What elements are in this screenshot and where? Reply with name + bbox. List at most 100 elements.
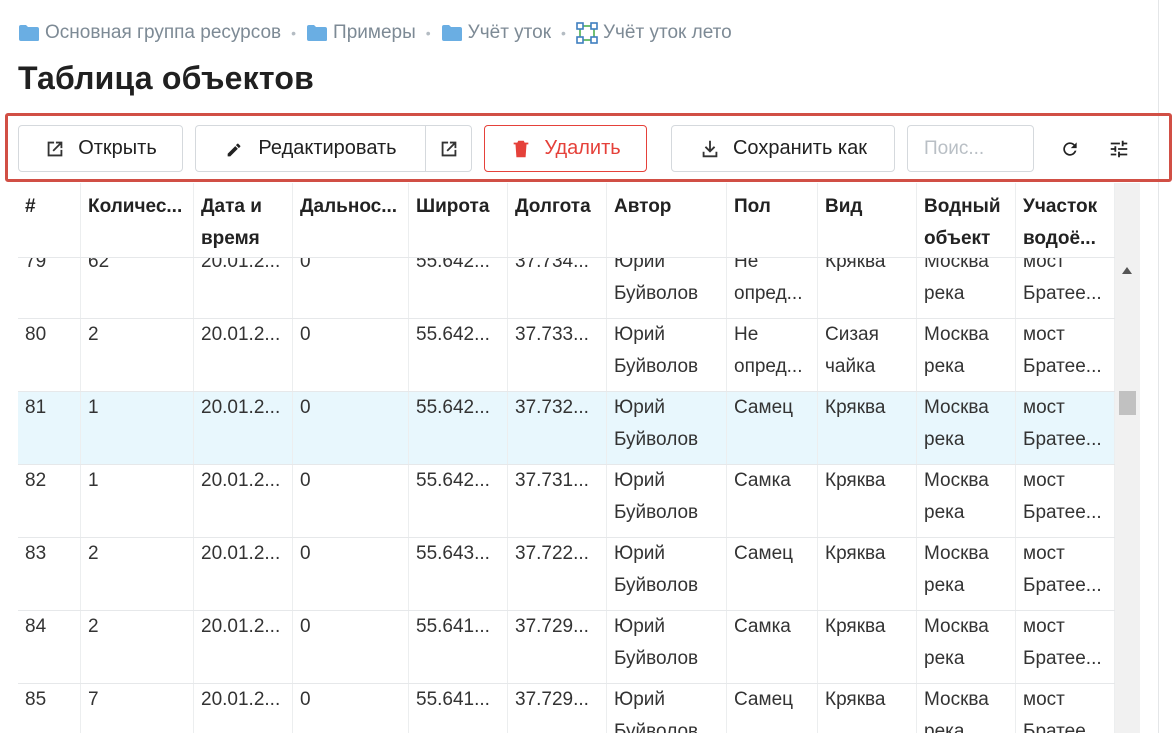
cell-text: 0 — [300, 543, 311, 564]
cell-text: Юрий — [614, 397, 665, 418]
table-cell-count: 2 — [81, 611, 194, 683]
table-cell-datetime: 20.01.2... — [194, 538, 293, 610]
column-settings-button[interactable] — [1106, 136, 1132, 162]
scroll-up-arrow-icon[interactable] — [1122, 267, 1132, 274]
edit-button[interactable]: Редактировать — [195, 125, 426, 172]
refresh-button[interactable] — [1057, 136, 1083, 162]
table-cell-sex: Самец — [727, 392, 818, 464]
cell-text: река — [924, 283, 965, 304]
cell-text: 37.733... — [515, 324, 589, 345]
download-icon — [702, 140, 718, 157]
column-header-sex[interactable]: Пол — [727, 183, 818, 257]
cell-text: Братее... — [1023, 502, 1102, 523]
cell-text: 82 — [25, 470, 47, 491]
edit-in-new-tab-button[interactable] — [425, 125, 472, 172]
cell-text: мост — [1023, 324, 1065, 345]
delete-button[interactable]: Удалить — [484, 125, 647, 172]
column-header-author[interactable]: Автор — [607, 183, 727, 257]
cell-text: Кряква — [825, 543, 886, 564]
table-cell-water-body: Москва река — [917, 392, 1016, 464]
cell-text: Самец — [734, 397, 794, 418]
cell-text: 20.01.2... — [201, 324, 281, 345]
column-header-water-section[interactable]: Участок водоё... — [1016, 183, 1115, 257]
table-cell-species: Кряква — [818, 538, 917, 610]
breadcrumb-item-duck-count-summer[interactable]: Учёт уток лето — [576, 22, 732, 44]
breadcrumb-separator: • — [291, 25, 297, 41]
column-header-label: Количес... — [88, 196, 183, 217]
breadcrumb-label: Учёт уток лето — [602, 22, 732, 43]
trash-icon — [513, 140, 529, 157]
column-header-label: Дальнос... — [300, 196, 398, 217]
cell-text: Братее... — [1023, 283, 1102, 304]
cell-text: река — [924, 356, 965, 377]
search-input[interactable] — [907, 125, 1034, 172]
cell-text: мост — [1023, 689, 1065, 710]
column-header-water-body[interactable]: Водный объект — [917, 183, 1016, 257]
table-cell-water-body: Москва река — [917, 319, 1016, 391]
column-header-count[interactable]: Количес... — [81, 183, 194, 257]
column-header-distance[interactable]: Дальнос... — [293, 183, 409, 257]
breadcrumb-item-main-group[interactable]: Основная группа ресурсов — [18, 22, 281, 44]
cell-text: Братее... — [1023, 575, 1102, 596]
cell-text: 84 — [25, 616, 47, 637]
column-header-index[interactable]: # — [18, 183, 81, 257]
open-button-label: Открыть — [78, 137, 157, 159]
table-row[interactable]: 83 2 20.01.2... 0 55.643... 37.722... Юрий Буйв… — [18, 538, 1115, 611]
column-header-datetime[interactable]: Дата и время — [194, 183, 293, 257]
cell-text: 83 — [25, 543, 47, 564]
table-cell-latitude: 55.642... — [409, 465, 508, 537]
cell-text: Братее... — [1023, 721, 1102, 733]
open-button[interactable]: Открыть — [18, 125, 183, 172]
cell-text: Москва — [924, 470, 989, 491]
table-cell-water-body: Москва река — [917, 538, 1016, 610]
features-table: # Количес... Дата и время Дальнос... Широта До… — [18, 183, 1140, 733]
cell-text: 20.01.2... — [201, 470, 281, 491]
table-row[interactable]: 84 2 20.01.2... 0 55.641... 37.729... Юрий Буйв… — [18, 611, 1115, 684]
table-scrollbar[interactable] — [1115, 183, 1140, 733]
table-row[interactable]: 82 1 20.01.2... 0 55.642... 37.731... Юрий Буйв… — [18, 465, 1115, 538]
folder-icon — [19, 25, 39, 41]
table-cell-author: Юрий Буйволов — [607, 465, 727, 537]
table-cell-sex: Самка — [727, 465, 818, 537]
cell-text: 20.01.2... — [201, 397, 281, 418]
cell-text: 0 — [300, 397, 311, 418]
table-row[interactable]: 80 2 20.01.2... 0 55.642... 37.733... Юрий Буйв… — [18, 319, 1115, 392]
cell-text: Не — [734, 324, 759, 345]
table-body: 79 62 20.01.2... 0 55.642... 37.734... Юрий Буй… — [18, 246, 1115, 733]
table-cell-water-section: мост Братее... — [1016, 538, 1115, 610]
column-header-label: Долгота — [515, 196, 591, 217]
table-cell-index: 80 — [18, 319, 81, 391]
table-row[interactable]: 85 7 20.01.2... 0 55.641... 37.729... Юрий Буйв… — [18, 684, 1115, 733]
cell-text: Сизая — [825, 324, 879, 345]
table-cell-distance: 0 — [293, 392, 409, 464]
cell-text: 20.01.2... — [201, 616, 281, 637]
cell-text: 1 — [88, 397, 99, 418]
column-header-label: # — [25, 196, 36, 217]
table-row[interactable]: 81 1 20.01.2... 0 55.642... 37.732... Юрий Буйв… — [18, 392, 1115, 465]
table-cell-species: Сизая чайка — [818, 319, 917, 391]
breadcrumb-item-duck-count[interactable]: Учёт уток — [441, 22, 551, 44]
table-cell-author: Юрий Буйволов — [607, 538, 727, 610]
breadcrumb-item-examples[interactable]: Примеры — [306, 22, 416, 44]
cell-text: Москва — [924, 616, 989, 637]
cell-text: Самка — [734, 616, 791, 637]
open-external-icon — [441, 141, 456, 156]
scrollbar-thumb[interactable] — [1119, 391, 1136, 415]
column-header-species[interactable]: Вид — [818, 183, 917, 257]
table-cell-count: 1 — [81, 392, 194, 464]
save-as-button[interactable]: Сохранить как — [671, 125, 895, 172]
pencil-icon — [228, 143, 241, 156]
cell-text: Кряква — [825, 397, 886, 418]
column-header-label: Пол — [734, 196, 771, 217]
table-cell-count: 2 — [81, 538, 194, 610]
cell-text: 0 — [300, 324, 311, 345]
refresh-icon — [1063, 142, 1077, 156]
table-cell-latitude: 55.641... — [409, 611, 508, 683]
table-cell-sex: Самец — [727, 684, 818, 733]
table-cell-water-body: Москва река — [917, 465, 1016, 537]
column-header-latitude[interactable]: Широта — [409, 183, 508, 257]
cell-text: 0 — [300, 616, 311, 637]
cell-text: река — [924, 721, 965, 733]
table-cell-index: 81 — [18, 392, 81, 464]
column-header-longitude[interactable]: Долгота — [508, 183, 607, 257]
